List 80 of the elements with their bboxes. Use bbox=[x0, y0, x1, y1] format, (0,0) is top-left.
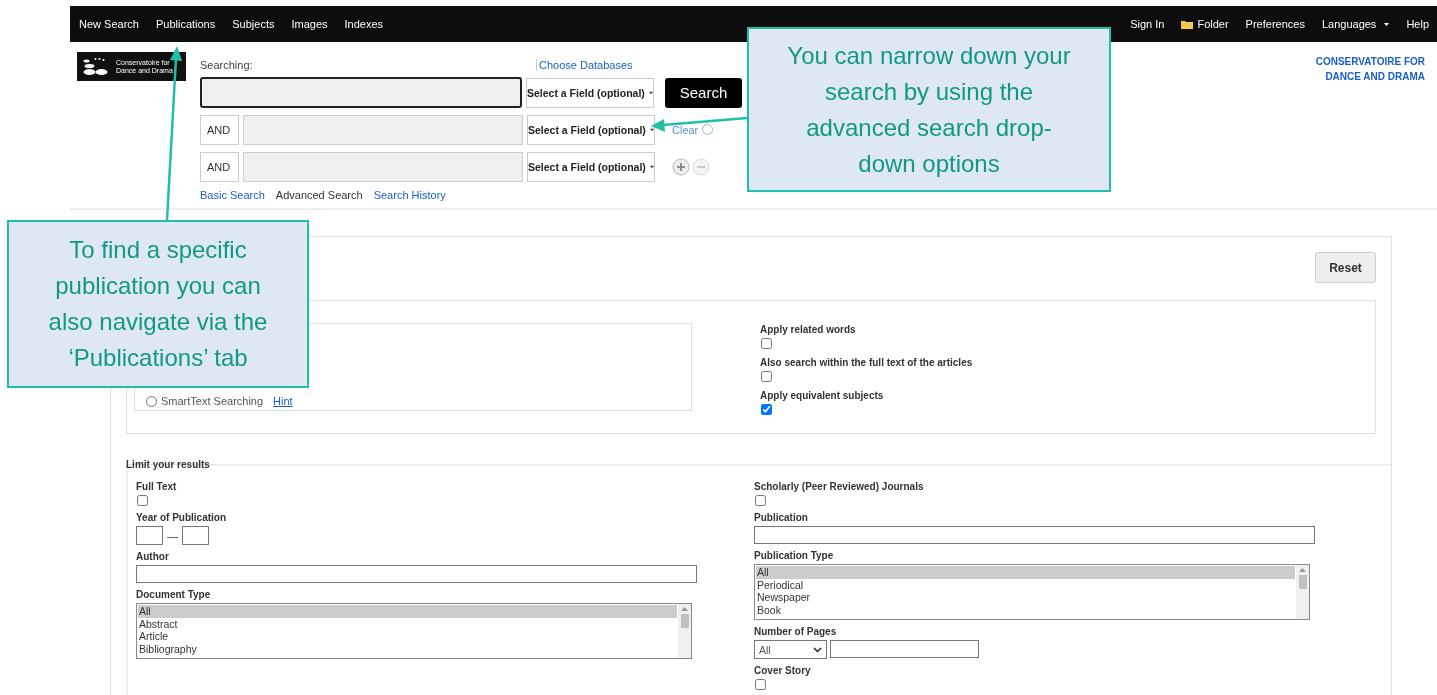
limits-legend: Limit your results bbox=[126, 459, 210, 470]
chevron-down-icon bbox=[813, 646, 822, 653]
search-button[interactable]: Search bbox=[665, 77, 742, 108]
list-option[interactable]: All bbox=[138, 605, 677, 618]
range-separator: — bbox=[167, 529, 178, 542]
nav-link[interactable]: Indexes bbox=[344, 18, 384, 30]
logo-drawing bbox=[83, 58, 108, 75]
radio-label: SmartText Searching bbox=[161, 395, 264, 407]
field-label: Number of Pages bbox=[754, 626, 838, 637]
checkbox[interactable] bbox=[761, 338, 772, 349]
field-label: Author bbox=[136, 551, 170, 562]
field-select[interactable]: Select a Field (optional) bbox=[527, 151, 655, 182]
callout: To find a specific publication you can also navigate via the ‘Publications’ tab bbox=[7, 220, 309, 388]
folder-icon bbox=[1181, 19, 1194, 29]
scroll-up-icon[interactable] bbox=[681, 607, 688, 611]
field-label: Scholarly (Peer Reviewed) Journals bbox=[754, 481, 925, 492]
caret-icon bbox=[1384, 22, 1390, 26]
searching-label: Searching: bbox=[200, 59, 254, 71]
list-option[interactable]: Abstract bbox=[138, 617, 677, 630]
callout: You can narrow down your search by using the advanced search drop-down options bbox=[747, 27, 1111, 192]
hint-link[interactable]: Hint bbox=[273, 395, 293, 407]
input-field[interactable] bbox=[754, 526, 1315, 544]
scroll-thumb[interactable] bbox=[1298, 575, 1307, 589]
scroll-thumb[interactable] bbox=[680, 614, 689, 628]
list-option[interactable]: Bibliography bbox=[138, 642, 677, 655]
caret-icon bbox=[648, 90, 653, 95]
list-option[interactable]: All bbox=[756, 566, 1295, 579]
radio-button[interactable] bbox=[146, 395, 157, 407]
list-option[interactable]: Periodical bbox=[756, 578, 1295, 591]
operator-select[interactable]: AND bbox=[200, 151, 239, 182]
field-select[interactable]: Select a Field (optional) bbox=[527, 114, 655, 145]
help-icon bbox=[702, 124, 714, 135]
operator-select[interactable]: AND bbox=[200, 114, 239, 145]
checkbox[interactable] bbox=[137, 495, 148, 506]
nav-link[interactable]: Publications bbox=[155, 18, 216, 30]
nav-link[interactable]: Subjects bbox=[232, 18, 275, 30]
search-mode-link[interactable]: Basic Search bbox=[200, 189, 265, 201]
option-label: Apply related words bbox=[760, 324, 857, 335]
list-option[interactable]: Article bbox=[138, 630, 677, 643]
scroll-up-icon[interactable] bbox=[1299, 568, 1306, 572]
option-label: Apply equivalent subjects bbox=[760, 390, 885, 401]
field-select[interactable]: Select a Field (optional) bbox=[526, 77, 654, 108]
year-from-field[interactable] bbox=[136, 526, 163, 545]
field-label: Cover Story bbox=[754, 665, 812, 676]
checkbox[interactable] bbox=[761, 371, 772, 382]
nav-link[interactable]: Help bbox=[1406, 18, 1429, 30]
checkbox[interactable] bbox=[761, 404, 772, 415]
scrollbar[interactable] bbox=[1296, 565, 1309, 619]
field-label: Publication bbox=[754, 512, 809, 523]
pages-select[interactable]: All bbox=[754, 640, 827, 659]
institution-name: CONSERVATOIRE FOR DANCE AND DRAMA bbox=[1314, 55, 1425, 84]
nav-link[interactable]: Images bbox=[291, 18, 328, 30]
nav-link[interactable]: Sign In bbox=[1130, 18, 1165, 30]
checkbox[interactable] bbox=[755, 495, 766, 506]
caret-icon bbox=[649, 164, 654, 169]
pages-field[interactable] bbox=[830, 640, 979, 658]
list-box[interactable]: All Abstract Article Bibliography bbox=[136, 603, 692, 659]
search-mode-link[interactable]: Advanced Search bbox=[275, 189, 363, 201]
field-label: Year of Publication bbox=[136, 512, 228, 523]
year-to-field[interactable] bbox=[182, 526, 209, 545]
nav-link[interactable]: Preferences bbox=[1245, 18, 1305, 30]
languages-menu[interactable]: Languages bbox=[1321, 18, 1390, 30]
folder-link[interactable]: Folder bbox=[1181, 18, 1229, 30]
add-row-icon[interactable] bbox=[672, 157, 690, 176]
list-option[interactable]: Newspaper bbox=[756, 591, 1295, 604]
checkbox[interactable] bbox=[755, 679, 766, 690]
list-option[interactable]: Book bbox=[756, 603, 1295, 616]
field-label: Full Text bbox=[136, 481, 178, 492]
nav-link[interactable]: New Search bbox=[79, 18, 139, 30]
field-label: Document Type bbox=[136, 589, 212, 600]
field-label: Publication Type bbox=[754, 550, 835, 561]
option-label: Also search within the full text of the articles bbox=[760, 357, 974, 368]
caret-icon bbox=[649, 127, 654, 132]
reset-button[interactable]: Reset bbox=[1315, 252, 1376, 283]
scrollbar[interactable] bbox=[678, 604, 691, 658]
search-input[interactable] bbox=[200, 77, 522, 108]
search-mode-link[interactable]: Search History bbox=[373, 189, 446, 201]
list-box[interactable]: All Periodical Newspaper Book bbox=[754, 564, 1310, 620]
input-field[interactable] bbox=[136, 565, 697, 583]
choose-databases-link[interactable]: Choose Databases bbox=[536, 59, 633, 71]
